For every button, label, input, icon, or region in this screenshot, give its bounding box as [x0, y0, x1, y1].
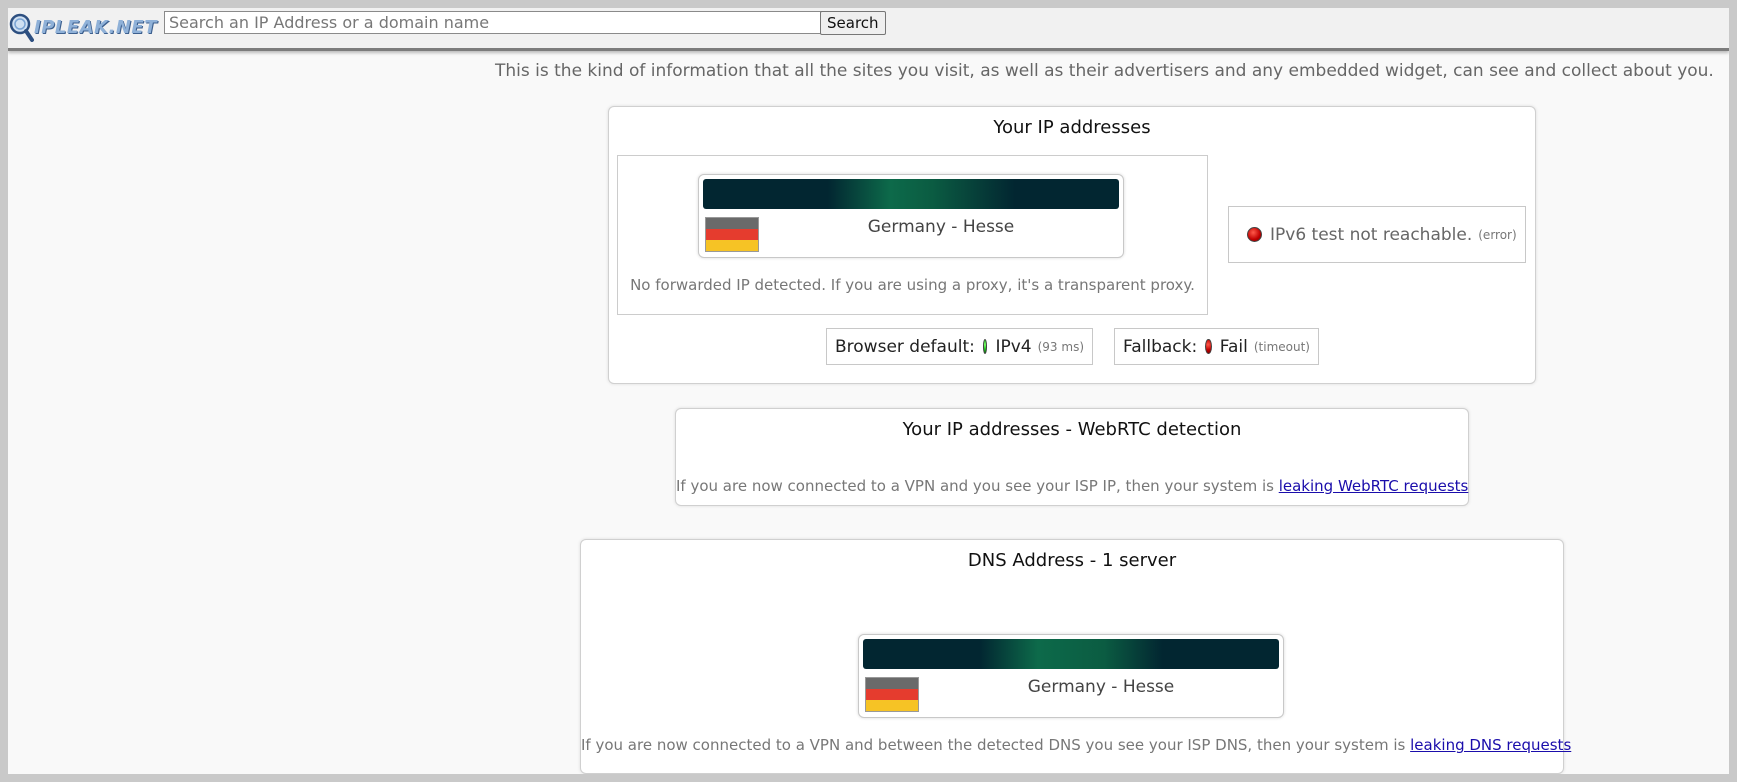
- fallback-note: (timeout): [1253, 339, 1310, 354]
- fallback-label: Fallback:: [1123, 336, 1198, 357]
- webrtc-panel: Your IP addresses - WebRTC detection If …: [675, 408, 1469, 506]
- ip-card: Germany - Hesse: [698, 174, 1124, 258]
- fallback-status: Fallback: Fail (timeout): [1114, 328, 1319, 365]
- browser-default-status: Browser default: IPv4 (93 ms): [826, 328, 1093, 365]
- dns-panel-title: DNS Address - 1 server: [967, 550, 1177, 571]
- dns-card: Germany - Hesse: [858, 634, 1284, 718]
- ip-panel-title: Your IP addresses: [993, 117, 1151, 138]
- ip-location: Germany - Hesse: [867, 217, 1015, 237]
- green-status-dot-icon: [982, 339, 988, 354]
- ip-addresses-panel: Your IP addresses Germany - Hesse No for…: [608, 106, 1536, 384]
- webrtc-note-text: If you are now connected to a VPN and yo…: [676, 477, 1274, 495]
- header-bar: IPLEAK.NET Search: [8, 8, 1729, 51]
- germany-flag-icon: [865, 677, 919, 712]
- browser-default-label: Browser default:: [835, 336, 975, 357]
- site-logo[interactable]: IPLEAK.NET: [8, 11, 157, 43]
- fallback-value: Fail: [1219, 336, 1248, 357]
- logo-text: IPLEAK.NET: [34, 16, 158, 38]
- dns-note-text: If you are now connected to a VPN and be…: [581, 736, 1406, 754]
- ipv6-status: IPv6 test not reachable. (error): [1228, 206, 1526, 263]
- page: IPLEAK.NET Search This is the kind of in…: [8, 8, 1729, 774]
- germany-flag-icon: [705, 217, 759, 252]
- ipv6-status-note: (error): [1478, 227, 1517, 242]
- dns-address-redacted: [863, 639, 1279, 669]
- dns-note: If you are now connected to a VPN and be…: [581, 736, 1571, 754]
- magnifier-logo-icon: [9, 13, 34, 42]
- forwarded-note: No forwarded IP detected. If you are usi…: [630, 276, 1195, 294]
- search-button[interactable]: Search: [820, 11, 886, 35]
- intro-text: This is the kind of information that all…: [495, 61, 1714, 81]
- red-status-dot-icon: [1247, 227, 1262, 242]
- browser-default-value: IPv4: [995, 336, 1032, 357]
- webrtc-panel-title: Your IP addresses - WebRTC detection: [902, 419, 1242, 440]
- webrtc-leak-link[interactable]: leaking WebRTC requests: [1279, 477, 1469, 495]
- webrtc-note: If you are now connected to a VPN and yo…: [676, 477, 1468, 495]
- ip-address-redacted: [703, 179, 1119, 209]
- dns-leak-link[interactable]: leaking DNS requests: [1410, 736, 1571, 754]
- ipv4-result: Germany - Hesse No forwarded IP detected…: [617, 155, 1208, 315]
- red-status-dot-icon: [1205, 339, 1212, 354]
- dns-location: Germany - Hesse: [1027, 677, 1175, 697]
- ipv6-status-text: IPv6 test not reachable.: [1270, 224, 1473, 245]
- search-input[interactable]: [164, 11, 822, 34]
- dns-panel: DNS Address - 1 server Germany - Hesse I…: [580, 539, 1571, 774]
- browser-default-note: (93 ms): [1037, 339, 1084, 354]
